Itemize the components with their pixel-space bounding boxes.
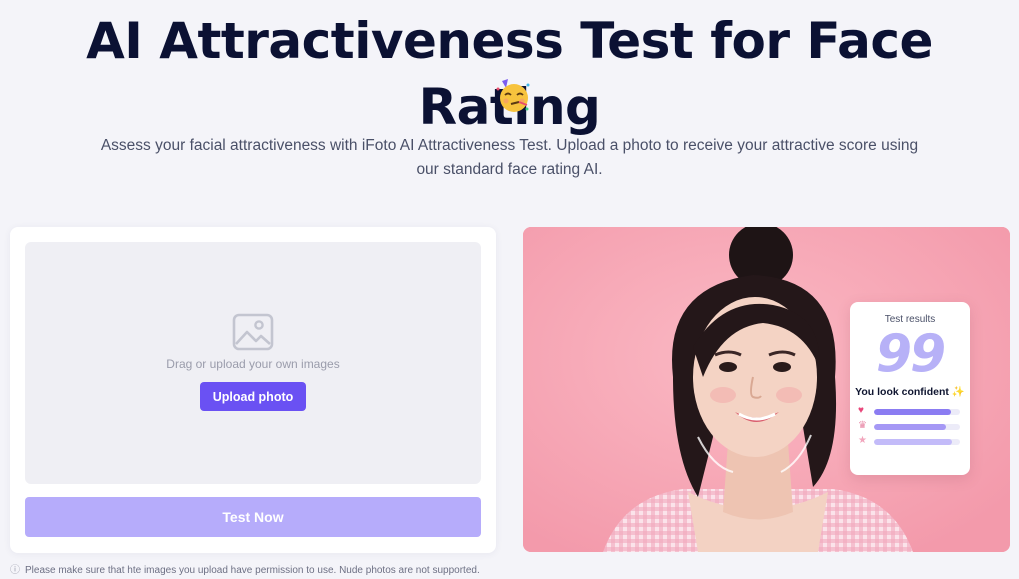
result-verdict: You look confident ✨ [850,385,970,398]
page-subtitle: Assess your facial attractiveness with i… [100,137,919,178]
verdict-text: You look confident [855,386,949,398]
party-face-icon [496,79,530,112]
image-dropzone[interactable]: Drag or upload your own images Upload ph… [25,242,481,484]
metric-fill [874,424,947,430]
upload-card: Drag or upload your own images Upload ph… [10,227,496,553]
notice-text: Please make sure that hte images you upl… [25,565,480,576]
image-icon [232,313,274,351]
sparkle-icon: ✨ [951,386,965,398]
metric-row-crown: ♛ [858,420,962,432]
page-title: AI Attractiveness Test for Face Rating [86,12,933,136]
metric-row-star: ★ [858,435,962,447]
info-icon: ⓘ [10,565,20,576]
metric-row-heart: ♥ [858,405,962,417]
upload-photo-button[interactable]: Upload photo [200,382,306,411]
metric-fill [874,409,951,415]
star-icon: ★ [858,435,867,446]
test-now-button[interactable]: Test Now [25,497,481,537]
dropzone-hint: Drag or upload your own images [166,357,340,371]
example-preview: Test results 99 You look confident ✨ ♥ ♛… [523,227,1010,552]
attractiveness-score: 99 [875,324,946,384]
upload-notice: ⓘ Please make sure that hte images you up… [10,561,480,576]
heart-icon: ♥ [858,405,864,416]
metric-track [874,424,960,430]
crown-icon: ♛ [858,420,867,431]
metric-track [874,409,960,415]
metric-track [874,439,960,445]
test-results-card: Test results 99 You look confident ✨ ♥ ♛… [850,302,970,475]
metric-fill [874,439,953,445]
